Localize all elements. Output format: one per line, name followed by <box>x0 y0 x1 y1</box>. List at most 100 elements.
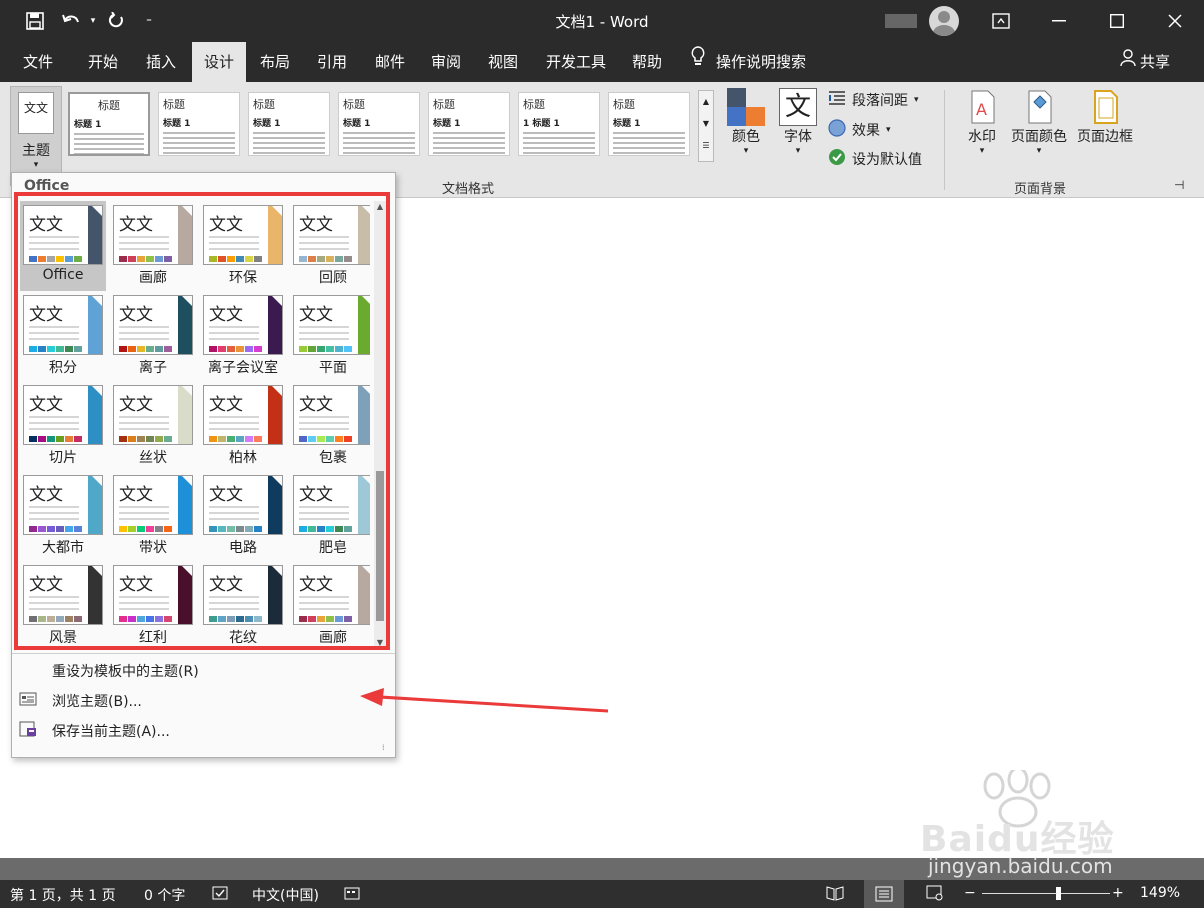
theme-item[interactable]: 文文 画廊 <box>110 201 196 291</box>
theme-item[interactable]: 文文 风景 <box>20 561 106 651</box>
browse-themes-item[interactable]: 浏览主题(B)... <box>52 691 142 711</box>
color-swatch <box>74 436 82 442</box>
theme-item[interactable]: 文文 切片 <box>20 381 106 471</box>
color-swatch <box>317 616 325 622</box>
colors-label: 颜色 <box>732 129 760 145</box>
pin-ribbon-icon[interactable]: ⊣ <box>1174 178 1184 192</box>
text-line <box>299 248 349 250</box>
minimize-icon[interactable] <box>1030 0 1088 42</box>
scrollbar-thumb[interactable] <box>376 471 384 621</box>
word-count[interactable]: 0 个字 <box>144 885 185 905</box>
save-icon[interactable] <box>22 8 48 34</box>
tell-me-search[interactable]: 操作说明搜索 <box>690 42 806 82</box>
theme-item[interactable]: 文文 花纹 <box>200 561 286 651</box>
zoom-slider-thumb[interactable] <box>1056 887 1061 900</box>
style-set-thumb[interactable]: 标题 标题 1 <box>428 92 510 156</box>
tab-view[interactable]: 视图 <box>474 42 532 82</box>
group-divider <box>944 90 945 190</box>
tab-references[interactable]: 引用 <box>304 42 360 82</box>
gallery-more-icon[interactable]: ☰ <box>699 135 713 157</box>
reset-theme-item[interactable]: 重设为模板中的主题(R) <box>52 661 199 681</box>
color-swatch <box>227 436 235 442</box>
style-set-thumb[interactable]: 标题 标题 1 <box>248 92 330 156</box>
text-line <box>29 248 79 250</box>
theme-thumbnail: 文文 <box>203 475 283 535</box>
redo-icon[interactable] <box>103 8 129 34</box>
style-set-thumb[interactable]: 标题 标题 1 <box>608 92 690 156</box>
theme-item[interactable]: 文文 柏林 <box>200 381 286 471</box>
style-set-thumb[interactable]: 标题 标题 1 <box>158 92 240 156</box>
customize-qat-icon[interactable]: ⁼ <box>136 8 162 34</box>
style-set-thumb[interactable]: 标题 1 标题 1 <box>518 92 600 156</box>
watermark-button[interactable]: A 水印 ▾ <box>958 88 1006 156</box>
avatar[interactable] <box>929 6 959 36</box>
theme-item[interactable]: 文文 丝状 <box>110 381 196 471</box>
theme-thumbnail: 文文 <box>293 385 370 445</box>
theme-item[interactable]: 文文 肥皂 <box>290 471 370 561</box>
tab-insert[interactable]: 插入 <box>132 42 190 82</box>
theme-item[interactable]: 文文 电路 <box>200 471 286 561</box>
tab-review[interactable]: 审阅 <box>418 42 474 82</box>
page-borders-button[interactable]: 页面边框 <box>1074 88 1136 146</box>
language-status[interactable]: 中文(中国) <box>252 885 319 905</box>
zoom-level[interactable]: 149% <box>1140 885 1180 901</box>
macro-record-icon[interactable] <box>344 885 360 905</box>
theme-item[interactable]: 文文 大都市 <box>20 471 106 561</box>
color-swatch <box>335 436 343 442</box>
style-set-thumb[interactable]: 标题 标题 1 <box>338 92 420 156</box>
theme-item[interactable]: 文文 积分 <box>20 291 106 381</box>
scroll-up-icon[interactable]: ▲ <box>374 201 386 213</box>
theme-sample-text: 文文 <box>209 485 243 505</box>
ribbon-display-options-icon[interactable] <box>972 0 1030 42</box>
theme-item[interactable]: 文文 环保 <box>200 201 286 291</box>
gallery-scrollbar[interactable]: ▲ ▼ ☰ <box>698 90 714 162</box>
save-theme-item[interactable]: 保存当前主题(A)... <box>52 721 170 741</box>
zoom-slider[interactable] <box>982 887 1110 900</box>
color-swatch <box>218 256 226 262</box>
tab-design[interactable]: 设计 <box>192 42 246 82</box>
zoom-in-icon[interactable]: + <box>1112 885 1124 901</box>
page-count[interactable]: 第 1 页，共 1 页 <box>10 885 116 905</box>
tab-help[interactable]: 帮助 <box>620 42 674 82</box>
style-set-thumb[interactable]: 标题 标题 1 <box>68 92 150 156</box>
zoom-out-icon[interactable]: − <box>964 885 976 901</box>
color-swatch <box>236 436 244 442</box>
style-set-title: 标题 <box>253 98 275 111</box>
read-mode-icon[interactable] <box>826 885 844 905</box>
tab-layout[interactable]: 布局 <box>248 42 302 82</box>
theme-item[interactable]: 文文 红利 <box>110 561 196 651</box>
effects-button[interactable]: 效果 ▾ <box>828 119 891 141</box>
fonts-button[interactable]: 文 字体 ▾ <box>774 88 822 156</box>
theme-item[interactable]: 文文 回顾 <box>290 201 370 291</box>
tab-home[interactable]: 开始 <box>74 42 132 82</box>
themes-scrollbar[interactable]: ▲ ▼ <box>374 201 386 649</box>
tab-developer[interactable]: 开发工具 <box>536 42 616 82</box>
print-layout-button[interactable] <box>864 880 904 908</box>
scroll-up-icon[interactable]: ▲ <box>699 91 713 113</box>
theme-item[interactable]: 文文 包裹 <box>290 381 370 471</box>
tab-mailings[interactable]: 邮件 <box>362 42 418 82</box>
colors-button[interactable]: 颜色 ▾ <box>722 88 770 156</box>
theme-item[interactable]: 文文 Office <box>20 201 106 291</box>
theme-item[interactable]: 文文 平面 <box>290 291 370 381</box>
paragraph-spacing-button[interactable]: 段落间距 ▾ <box>828 90 919 110</box>
page-color-button[interactable]: 页面颜色 ▾ <box>1008 88 1070 156</box>
set-as-default-button[interactable]: 设为默认值 <box>828 148 922 170</box>
theme-item[interactable]: 文文 带状 <box>110 471 196 561</box>
text-line <box>523 147 595 149</box>
close-icon[interactable] <box>1146 0 1204 42</box>
maximize-icon[interactable] <box>1088 0 1146 42</box>
theme-item[interactable]: 文文 离子会议室 <box>200 291 286 381</box>
themes-button[interactable]: 文文 主题 ▾ <box>10 86 62 186</box>
theme-item[interactable]: 文文 离子 <box>110 291 196 381</box>
proofing-icon[interactable] <box>212 885 228 905</box>
resize-grip-icon[interactable]: ⁞ <box>382 743 385 752</box>
scroll-down-icon[interactable]: ▼ <box>374 637 386 649</box>
scroll-down-icon[interactable]: ▼ <box>699 113 713 135</box>
tab-file[interactable]: 文件 <box>12 42 64 82</box>
theme-item[interactable]: 文文 画廊 <box>290 561 370 651</box>
text-line <box>613 152 685 154</box>
theme-name: 带状 <box>139 540 167 556</box>
share-button[interactable]: 共享 <box>1120 42 1170 82</box>
web-layout-icon[interactable] <box>926 885 944 905</box>
